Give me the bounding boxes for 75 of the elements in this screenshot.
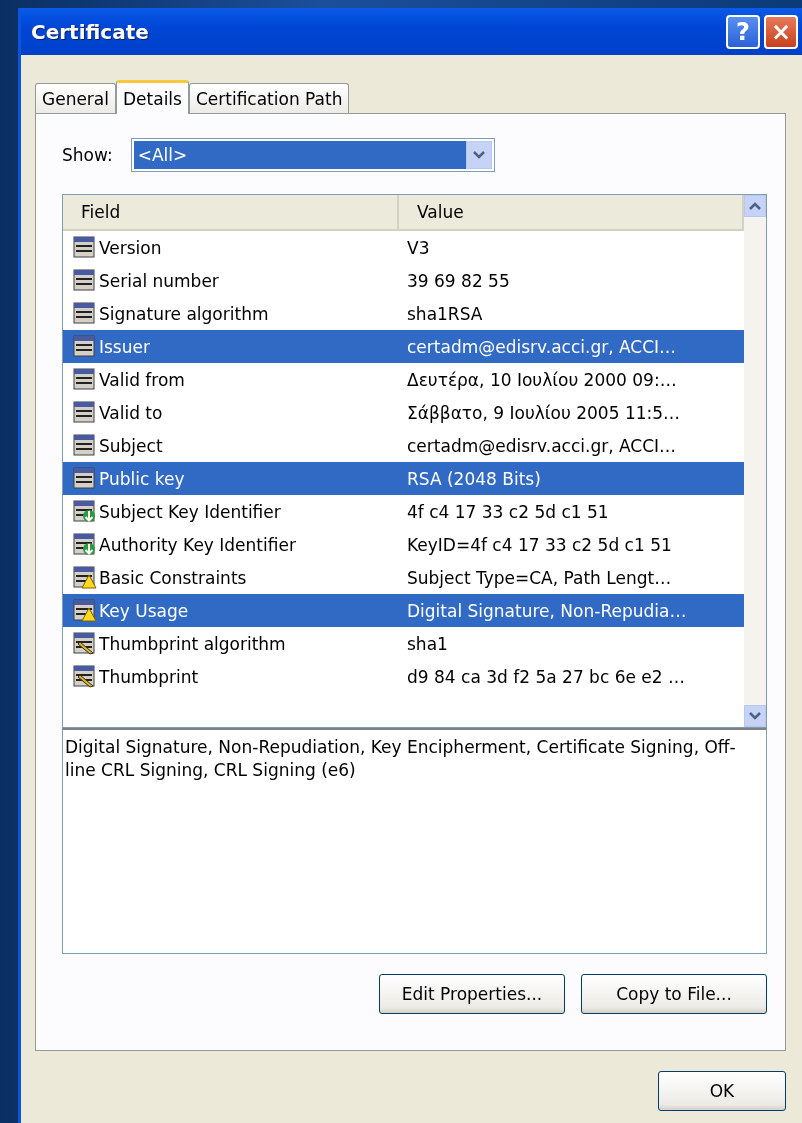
field-name: Thumbprint algorithm (99, 633, 286, 654)
field-value: Δευτέρα, 10 Ιουλίου 2000 09:… (406, 369, 678, 390)
field-name: Subject (99, 435, 163, 456)
field-warning-icon (73, 565, 97, 590)
list-row[interactable]: Thumbprint algorithm sha1 (63, 627, 744, 660)
list-row[interactable]: Valid from Δευτέρα, 10 Ιουλίου 2000 09:… (63, 363, 744, 396)
list-row[interactable]: Key Usage Digital Signature, Non-Repudia… (63, 594, 744, 627)
chevron-down-icon (749, 712, 761, 720)
field-name: Issuer (99, 336, 150, 357)
certificate-field-icon (73, 235, 97, 260)
field-pen-icon (73, 664, 97, 689)
list-row[interactable]: Signature algorithm sha1RSA (63, 297, 744, 330)
certificate-field-icon (73, 334, 97, 359)
field-value: Σάββατο, 9 Ιουλίου 2005 11:5… (406, 402, 682, 423)
chevron-down-icon (472, 151, 485, 159)
ok-button[interactable]: OK (658, 1071, 786, 1111)
tab[interactable]: Certification Path (188, 83, 350, 113)
list-row[interactable]: Serial number 39 69 82 55 (63, 264, 744, 297)
field-name: Authority Key Identifier (99, 534, 296, 555)
field-name: Valid from (99, 369, 185, 390)
field-name: Subject Key Identifier (99, 501, 281, 522)
certificate-field-icon (73, 433, 97, 458)
scroll-down-button[interactable] (744, 705, 766, 727)
field-name: Thumbprint (99, 666, 199, 687)
dialog-button[interactable]: Copy to File... (581, 974, 767, 1014)
tab[interactable]: General (35, 83, 116, 113)
field-value: Digital Signature, Non-Repudia… (406, 600, 688, 621)
tab[interactable]: Details (116, 80, 189, 114)
field-value: RSA (2048 Bits) (406, 468, 542, 489)
field-name: Version (99, 237, 162, 258)
column-header[interactable]: Field (63, 195, 399, 229)
dropdown-button[interactable] (465, 141, 492, 169)
field-value: KeyID=4f c4 17 33 c2 5d c1 51 (406, 534, 673, 555)
certificate-field-icon (73, 400, 97, 425)
field-name: Valid to (99, 402, 163, 423)
field-value: certadm@edisrv.acci.gr, ACCI… (406, 336, 678, 357)
list-row[interactable]: Valid to Σάββατο, 9 Ιουλίου 2005 11:5… (63, 396, 744, 429)
field-value: 39 69 82 55 (406, 270, 511, 291)
list-row[interactable]: Issuer certadm@edisrv.acci.gr, ACCI… (63, 330, 744, 363)
field-pen-icon (73, 631, 97, 656)
list-row[interactable]: Subject certadm@edisrv.acci.gr, ACCI… (63, 429, 744, 462)
field-value: 4f c4 17 33 c2 5d c1 51 (406, 501, 610, 522)
list-row[interactable]: Basic Constraints Subject Type=CA, Path Lengt… (63, 561, 744, 594)
detail-text: Digital Signature, Non-Repudiation, Key Encipherment, Certificate Signing, Off-line CRL Signing, CRL Signing (e6) (62, 728, 767, 954)
certificate-field-icon (73, 367, 97, 392)
scrollbar[interactable] (744, 195, 766, 727)
field-value: sha1RSA (406, 303, 484, 324)
field-name: Public key (99, 468, 185, 489)
field-value: Subject Type=CA, Path Lengt… (406, 567, 673, 588)
dropdown-value: <All> (133, 141, 466, 169)
field-name: Serial number (99, 270, 219, 291)
field-value: d9 84 ca 3d f2 5a 27 bc 6e e2 … (406, 666, 686, 687)
list-row[interactable]: Authority Key Identifier KeyID=4f c4 17 33 c2 5d c1 51 (63, 528, 744, 561)
field-name: Key Usage (99, 600, 189, 621)
scroll-up-button[interactable] (744, 195, 766, 217)
field-value: V3 (406, 237, 431, 258)
list-row[interactable]: Version V3 (63, 231, 744, 264)
certificate-field-icon (73, 466, 97, 491)
list-row[interactable]: Public key RSA (2048 Bits) (63, 462, 744, 495)
window-title: Certificate (31, 19, 150, 44)
show-dropdown[interactable]: <All> (130, 138, 495, 172)
list-row[interactable]: Subject Key Identifier 4f c4 17 33 c2 5d c1 51 (63, 495, 744, 528)
field-value: sha1 (406, 633, 449, 654)
chevron-up-icon (749, 202, 761, 210)
close-button[interactable]: × (764, 14, 798, 49)
list-row[interactable]: Thumbprint d9 84 ca 3d f2 5a 27 bc 6e e2 … (63, 660, 744, 693)
dialog-button[interactable]: Edit Properties... (379, 974, 565, 1014)
field-warning-icon (73, 598, 97, 623)
certificate-field-icon (73, 301, 97, 326)
show-label: Show: (62, 145, 113, 165)
certificate-field-icon (73, 268, 97, 293)
field-name: Signature algorithm (99, 303, 269, 324)
field-name: Basic Constraints (99, 567, 247, 588)
field-value: certadm@edisrv.acci.gr, ACCI… (406, 435, 678, 456)
help-button[interactable]: ? (726, 14, 760, 49)
